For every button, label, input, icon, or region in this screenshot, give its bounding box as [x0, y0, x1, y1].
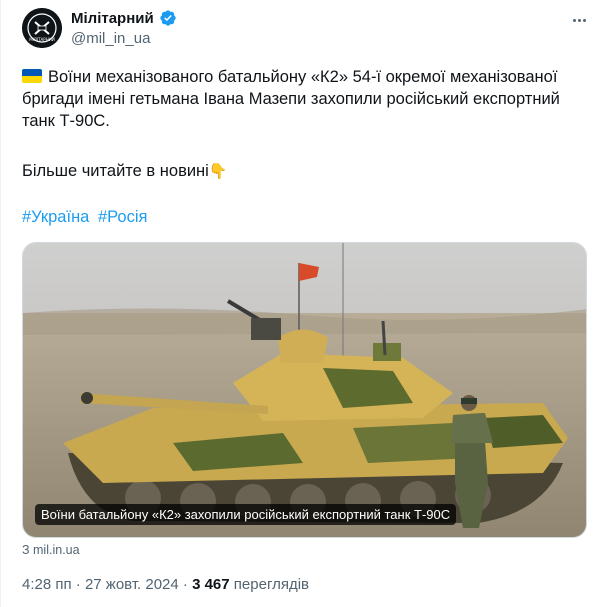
- dot-icon: [572, 18, 576, 22]
- tweet-date[interactable]: 27 жовт. 2024: [85, 576, 179, 593]
- dot-icon: [582, 18, 586, 22]
- tweet-time[interactable]: 4:28 пп: [22, 576, 72, 593]
- avatar[interactable]: МІЛІТАРНИЙ: [22, 8, 62, 48]
- hashtag-russia-link[interactable]: #Росія: [98, 208, 147, 226]
- author-name-row[interactable]: Мілітарний: [71, 9, 177, 27]
- verified-badge-icon: [160, 10, 176, 26]
- dot-icon: [577, 18, 581, 22]
- author-handle[interactable]: @mil_in_ua: [71, 30, 150, 47]
- more-options-button[interactable]: [569, 10, 589, 30]
- svg-text:МІЛІТАРНИЙ: МІЛІТАРНИЙ: [29, 37, 54, 42]
- link-source[interactable]: З mil.in.ua: [22, 543, 80, 557]
- tweet-text-more: Більше читайте в новині: [22, 162, 209, 180]
- media-caption: Воїни батальйону «К2» захопили російськи…: [35, 504, 457, 525]
- views-count: 3 467: [192, 576, 230, 593]
- tweet-meta: 4:28 пп · 27 жовт. 2024 · 3 467 перегляд…: [22, 576, 309, 593]
- pointing-down-icon: 👇: [208, 163, 228, 180]
- tank-photo: [23, 243, 586, 537]
- tweet-text-more-line: Більше читайте в новині👇: [22, 160, 587, 183]
- ukraine-flag-icon: [22, 69, 42, 83]
- meta-separator: ·: [182, 576, 188, 593]
- meta-separator: ·: [75, 576, 81, 593]
- tweet-text-main: Воїни механізованого батальйону «К2» 54-…: [22, 68, 560, 130]
- views-label: переглядів: [233, 576, 310, 593]
- link-card-image[interactable]: Воїни батальйону «К2» захопили російськи…: [22, 242, 587, 538]
- tweet-text: Воїни механізованого батальйону «К2» 54-…: [22, 66, 587, 132]
- author-display-name[interactable]: Мілітарний: [71, 10, 154, 27]
- hashtags: #Україна #Росія: [22, 208, 151, 227]
- militarnyi-logo-icon: МІЛІТАРНИЙ: [22, 8, 62, 48]
- tweet-card[interactable]: МІЛІТАРНИЙ Мілітарний @mil_in_ua Воїни м…: [0, 0, 607, 607]
- hashtag-ukraine-link[interactable]: #Україна: [22, 208, 89, 226]
